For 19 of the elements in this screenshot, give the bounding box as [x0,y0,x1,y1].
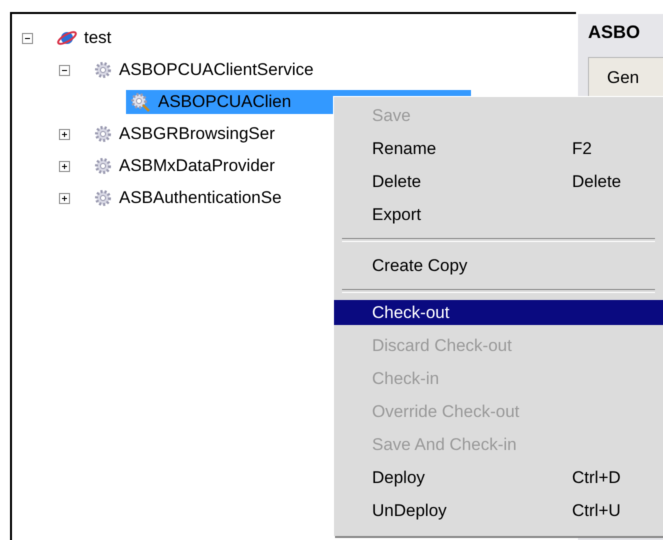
gear-icon [93,124,113,144]
panel-title: ASBO [588,22,640,43]
tree-item[interactable]: ASBOPCUAClientService [89,58,320,82]
gear-icon [93,156,113,176]
menu-item[interactable]: Delete Delete [334,165,663,198]
tree-item[interactable]: ASBAuthenticationSe [89,186,288,210]
tree-item[interactable]: ASBMxDataProvider [89,154,281,178]
menu-item[interactable]: UnDeploy Ctrl+U [334,494,663,527]
menu-item[interactable]: Rename F2 [334,132,663,165]
tree-item[interactable]: ASBGRBrowsingSer [89,122,281,146]
menu-item[interactable]: Check-out [334,300,663,325]
planet-icon [56,28,78,48]
gear-magnifier-icon [130,92,152,112]
menu-item[interactable]: Export [334,198,663,231]
gear-icon [93,60,113,80]
menu-item[interactable]: Deploy Ctrl+D [334,461,663,494]
menu-item[interactable]: Create Copy [334,249,663,282]
gear-icon [93,188,113,208]
tree-item[interactable]: test [52,26,118,50]
